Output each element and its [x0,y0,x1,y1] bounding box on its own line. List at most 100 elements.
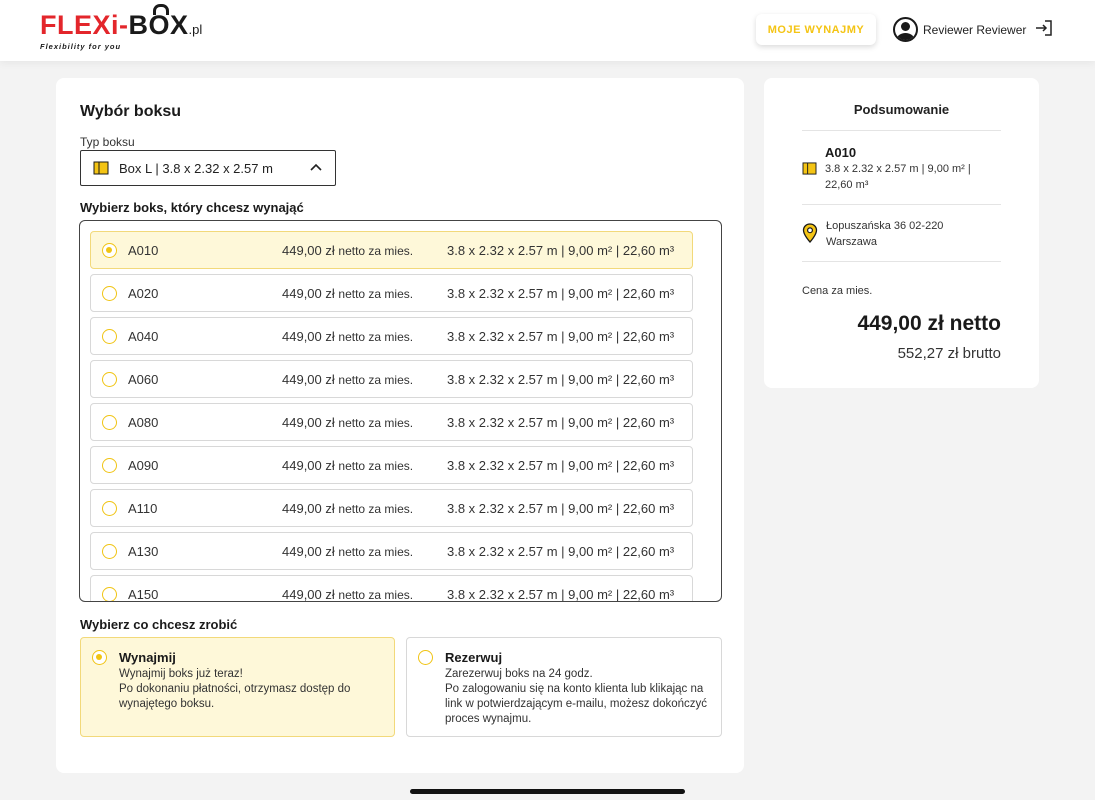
summary-price-label: Cena za mies. [802,285,873,297]
box-price: 449,00 zł netto za mies. [282,415,413,430]
box-radio[interactable] [102,415,117,430]
choose-action-label: Wybierz co chcesz zrobić [80,617,238,632]
my-rentals-button[interactable]: MOJE WYNAJMY [756,14,876,45]
box-dimensions: 3.8 x 2.32 x 2.57 m | 9,00 m² | 22,60 m³ [447,329,675,344]
box-price-value: 449,00 zł [282,501,335,516]
option-rent-title: Wynajmij [119,650,176,665]
box-price-value: 449,00 zł [282,587,335,601]
radio-rent[interactable] [92,650,107,665]
box-price: 449,00 zł netto za mies. [282,372,413,387]
box-selection-card: Wybór boksu Typ boksu Box L | 3.8 x 2.32… [56,78,744,773]
box-code: A020 [128,286,159,301]
summary-address-line1: Łopuszańska 36 02-220 [826,220,944,232]
box-price: 449,00 zł netto za mies. [282,329,413,344]
box-price-unit: netto za mies. [338,459,414,473]
box-code: A110 [128,501,158,516]
summary-address: Łopuszańska 36 02-220 Warszawa [826,218,943,250]
option-reserve[interactable]: Rezerwuj Zarezerwuj boks na 24 godz. Po … [406,637,722,737]
box-row-a060[interactable]: A060 449,00 zł netto za mies. 3.8 x 2.32 x… [90,360,693,398]
logo-text-pl: .pl [188,22,203,37]
box-type-select[interactable]: Box L | 3.8 x 2.32 x 2.57 m [80,150,336,186]
box-radio[interactable] [102,329,117,344]
box-icon [93,161,109,175]
summary-divider [802,130,1001,131]
box-price-value: 449,00 zł [282,372,335,387]
box-list[interactable]: A010 449,00 zł netto za mies. 3.8 x 2.32 x… [79,220,722,602]
box-row-a110[interactable]: A110 449,00 zł netto za mies. 3.8 x 2.32 x… [90,489,693,527]
box-radio[interactable] [102,458,117,473]
box-radio[interactable] [102,544,117,559]
summary-box-dims: 3.8 x 2.32 x 2.57 m | 9,00 m² | 22,60 m³ [825,163,971,191]
home-indicator [410,789,685,794]
box-price-unit: netto za mies. [338,244,414,258]
logo-text-b: B [128,10,149,40]
flexibox-logo[interactable]: FLEXi-BOX.pl Flexibility for you [40,4,203,51]
box-row-a040[interactable]: A040 449,00 zł netto za mies. 3.8 x 2.32 x… [90,317,693,355]
summary-price-net: 449,00 zł netto [857,312,1001,335]
box-radio[interactable] [102,372,117,387]
box-code: A150 [128,587,159,601]
box-price-unit: netto za mies. [338,330,414,344]
box-price-value: 449,00 zł [282,286,335,301]
box-dimensions: 3.8 x 2.32 x 2.57 m | 9,00 m² | 22,60 m³ [447,243,675,258]
box-radio[interactable] [102,501,117,516]
box-price-unit: netto za mies. [338,502,414,516]
summary-box-code: A010 [825,145,857,160]
box-price-unit: netto za mies. [338,588,414,601]
box-row-a150[interactable]: A150 449,00 zł netto za mies. 3.8 x 2.32 x… [90,575,693,601]
chevron-up-icon [310,163,322,171]
radio-reserve[interactable] [418,650,433,665]
logo-text-x: X [170,10,189,40]
summary-price-gross: 552,27 zł brutto [897,345,1001,362]
option-rent-desc: Wynajmij boks już teraz! Po dokonaniu pł… [119,667,389,712]
box-dimensions: 3.8 x 2.32 x 2.57 m | 9,00 m² | 22,60 m³ [447,458,675,473]
summary-card: Podsumowanie A010 3.8 x 2.32 x 2.57 m | … [764,78,1039,388]
box-row-a020[interactable]: A020 449,00 zł netto za mies. 3.8 x 2.32 x… [90,274,693,312]
option-reserve-title: Rezerwuj [445,650,503,665]
box-row-a010[interactable]: A010 449,00 zł netto za mies. 3.8 x 2.32 x… [90,231,693,269]
box-price: 449,00 zł netto za mies. [282,587,413,601]
top-header: FLEXi-BOX.pl Flexibility for you MOJE WY… [0,0,1095,61]
box-price: 449,00 zł netto za mies. [282,243,413,258]
box-type-value: Box L | 3.8 x 2.32 x 2.57 m [119,160,273,176]
page-title: Wybór boksu [80,103,182,120]
box-row-a090[interactable]: A090 449,00 zł netto za mies. 3.8 x 2.32 x… [90,446,693,484]
box-price: 449,00 zł netto za mies. [282,501,413,516]
box-dimensions: 3.8 x 2.32 x 2.57 m | 9,00 m² | 22,60 m³ [447,501,675,516]
box-radio[interactable] [102,286,117,301]
box-price-value: 449,00 zł [282,329,335,344]
box-row-a130[interactable]: A130 449,00 zł netto za mies. 3.8 x 2.32 x… [90,532,693,570]
logo-text-dash: - [119,10,129,40]
box-code: A080 [128,415,159,430]
box-code: A090 [128,458,159,473]
option-rent[interactable]: Wynajmij Wynajmij boks już teraz! Po dok… [80,637,395,737]
option-reserve-desc-line2: Po zalogowaniu się na konto klienta lub … [445,683,708,725]
box-row-a080[interactable]: A080 449,00 zł netto za mies. 3.8 x 2.32 x… [90,403,693,441]
summary-title: Podsumowanie [853,102,950,117]
box-price-value: 449,00 zł [282,415,335,430]
box-radio[interactable] [102,587,117,601]
box-radio[interactable] [102,243,117,258]
user-menu[interactable]: Reviewer Reviewer [893,17,1026,42]
option-reserve-desc: Zarezerwuj boks na 24 godz. Po zalogowan… [445,667,715,727]
box-price: 449,00 zł netto za mies. [282,458,413,473]
box-icon [802,162,817,175]
user-name: Reviewer Reviewer [923,22,1027,37]
summary-divider [802,261,1001,262]
option-rent-desc-line1: Wynajmij boks już teraz! [119,668,243,680]
box-dimensions: 3.8 x 2.32 x 2.57 m | 9,00 m² | 22,60 m³ [447,544,675,559]
summary-divider [802,204,1001,205]
box-dimensions: 3.8 x 2.32 x 2.57 m | 9,00 m² | 22,60 m³ [447,415,675,430]
box-type-label: Typ boksu [80,135,135,149]
box-price-value: 449,00 zł [282,544,335,559]
box-price-unit: netto za mies. [338,416,414,430]
logout-icon[interactable] [1035,19,1053,37]
box-dimensions: 3.8 x 2.32 x 2.57 m | 9,00 m² | 22,60 m³ [447,286,675,301]
box-price-value: 449,00 zł [282,458,335,473]
location-pin-icon [802,223,818,243]
logo-text-flexi: FLEXi [40,10,120,40]
option-reserve-desc-line1: Zarezerwuj boks na 24 godz. [445,668,593,680]
logo-text-o: O [148,4,171,40]
user-avatar-icon [893,17,918,42]
box-price-unit: netto za mies. [338,287,414,301]
